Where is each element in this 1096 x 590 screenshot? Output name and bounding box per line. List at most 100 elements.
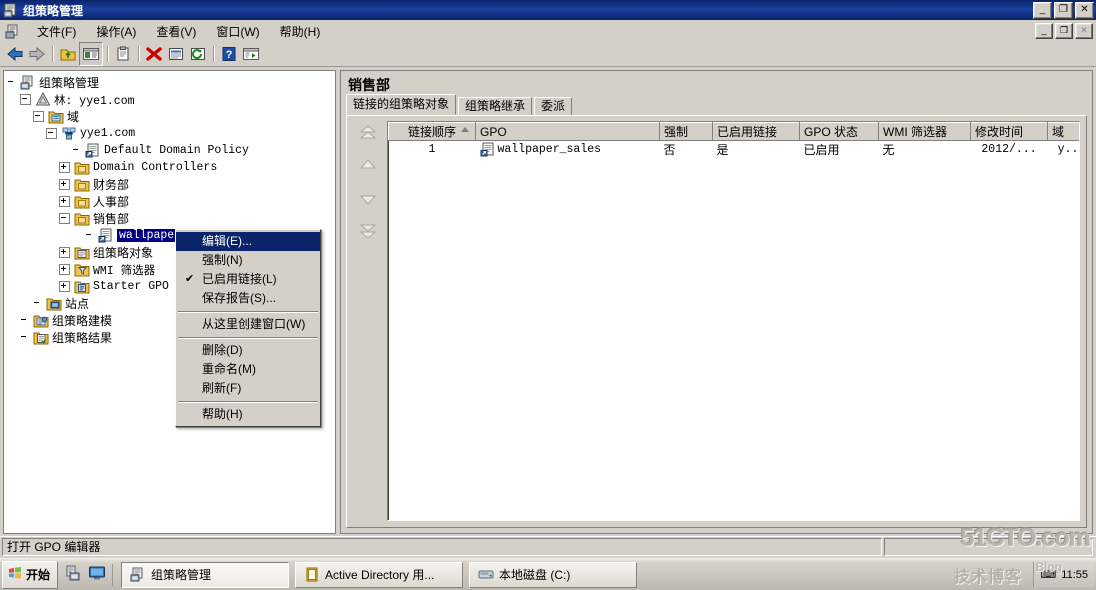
- linked-gpos-list[interactable]: 链接顺序 GPO 强制 已启用链接 GPO 状态 WMI 筛选器 修改时间 域 1 wallpa…: [387, 121, 1080, 521]
- context-menu-item[interactable]: 重命名(M): [176, 360, 320, 379]
- expand-plus-icon[interactable]: [59, 179, 70, 190]
- column-header[interactable]: 已启用链接: [712, 122, 800, 141]
- close-button[interactable]: ✕: [1075, 2, 1094, 19]
- expand-plus-icon[interactable]: [59, 196, 70, 207]
- context-menu-item[interactable]: 保存报告(S)...: [176, 289, 320, 308]
- adu-icon: [304, 567, 320, 582]
- menu-file[interactable]: 文件(F): [27, 21, 86, 42]
- menu-action[interactable]: 操作(A): [86, 21, 146, 42]
- help-icon[interactable]: ?: [218, 43, 240, 65]
- column-header[interactable]: 修改时间: [970, 122, 1048, 141]
- tray-clock[interactable]: 11:55: [1061, 569, 1088, 581]
- toolbar-separator: [107, 46, 108, 62]
- tree-node[interactable]: 人事部: [7, 193, 336, 210]
- report-icon[interactable]: [165, 43, 187, 65]
- taskbar-button[interactable]: 组策略管理: [121, 561, 290, 588]
- taskbar-button-label: 本地磁盘 (C:): [499, 568, 571, 582]
- up-folder-icon[interactable]: [57, 43, 79, 65]
- collapse-minus-icon[interactable]: [46, 128, 57, 139]
- show-desktop-icon[interactable]: [88, 564, 106, 585]
- properties-icon[interactable]: [112, 43, 134, 65]
- tree-node[interactable]: yye1.com: [7, 125, 336, 142]
- column-header-label: 强制: [664, 125, 689, 139]
- column-header[interactable]: GPO 状态: [799, 122, 879, 141]
- move-to-top-button[interactable]: [357, 124, 379, 142]
- maximize-button[interactable]: ❐: [1054, 2, 1073, 19]
- column-header[interactable]: GPO: [475, 122, 660, 141]
- menu-help[interactable]: 帮助(H): [270, 21, 331, 42]
- column-header[interactable]: WMI 筛选器: [878, 122, 971, 141]
- keyboard-layout-icon[interactable]: ⌨: [1040, 568, 1056, 581]
- context-menu-separator: [178, 311, 318, 312]
- context-menu-item[interactable]: 强制(N): [176, 251, 320, 270]
- mdi-minimize-button[interactable]: _: [1035, 23, 1053, 39]
- gpmc-icon: [3, 2, 19, 18]
- move-to-bottom-button[interactable]: [357, 222, 379, 240]
- context-menu-item-label: 删除(D): [202, 343, 243, 357]
- back-icon[interactable]: [4, 43, 26, 65]
- start-button[interactable]: 开始: [2, 560, 59, 589]
- ou-icon: [74, 177, 90, 192]
- taskbar-button[interactable]: Active Directory 用...: [295, 561, 464, 588]
- sites-icon: [46, 296, 62, 311]
- gpmc-icon: [130, 567, 146, 582]
- refresh-icon[interactable]: [187, 43, 209, 65]
- page-title: 销售部: [348, 77, 390, 93]
- expand-plus-icon[interactable]: [59, 162, 70, 173]
- tab-group-policy-inheritance[interactable]: 组策略继承: [458, 97, 533, 116]
- tree-node-label: 组策略对象: [93, 246, 154, 260]
- expand-plus-icon[interactable]: [59, 264, 70, 275]
- expand-plus-icon[interactable]: [59, 247, 70, 258]
- sort-ascending-icon: [461, 127, 469, 132]
- table-row[interactable]: 1 wallpaper_sales 否 是 已启用 无 2012/... y..: [389, 141, 1080, 159]
- tree-expander-placeholder: [20, 316, 29, 325]
- mdi-restore-button[interactable]: ❐: [1055, 23, 1073, 39]
- column-header[interactable]: 链接顺序: [388, 122, 476, 141]
- taskbar-button[interactable]: 本地磁盘 (C:): [469, 561, 638, 588]
- tree-node[interactable]: 域: [7, 108, 336, 125]
- context-menu-item[interactable]: 刷新(F): [176, 379, 320, 398]
- tree-node[interactable]: 组策略管理: [7, 74, 336, 91]
- column-header[interactable]: 域: [1047, 122, 1079, 141]
- server-manager-icon[interactable]: [64, 564, 82, 585]
- menu-window[interactable]: 窗口(W): [206, 21, 269, 42]
- starter-gpo-icon: [74, 279, 90, 294]
- tree-node[interactable]: 销售部: [7, 210, 336, 227]
- minimize-button[interactable]: _: [1033, 2, 1052, 19]
- collapse-minus-icon[interactable]: [20, 94, 31, 105]
- new-window-icon[interactable]: [240, 43, 262, 65]
- context-menu-item[interactable]: ✔ 已启用链接(L): [176, 270, 320, 289]
- tab-linked-gpos[interactable]: 链接的组策略对象: [346, 94, 457, 115]
- tree-node-label: 组策略建模: [52, 314, 113, 328]
- context-menu-item[interactable]: 编辑(E)...: [176, 232, 320, 251]
- column-header[interactable]: 强制: [659, 122, 713, 141]
- cell-enforced: 否: [663, 143, 676, 157]
- mdi-close-button[interactable]: ✕: [1075, 23, 1093, 39]
- context-menu-item[interactable]: 帮助(H): [176, 405, 320, 424]
- collapse-minus-icon[interactable]: [33, 111, 44, 122]
- tree-node[interactable]: 林: yye1.com: [7, 91, 336, 108]
- tree-node[interactable]: 财务部: [7, 176, 336, 193]
- move-up-button[interactable]: [357, 156, 379, 174]
- forward-icon[interactable]: [26, 43, 48, 65]
- column-header-label: 已启用链接: [717, 125, 778, 139]
- domain-folder-icon: [48, 109, 64, 124]
- delete-icon[interactable]: [143, 43, 165, 65]
- collapse-minus-icon[interactable]: [59, 213, 70, 224]
- tab-delegation[interactable]: 委派: [534, 97, 573, 116]
- tree-node[interactable]: Domain Controllers: [7, 159, 336, 176]
- status-bar: 打开 GPO 编辑器: [0, 536, 1096, 557]
- context-menu-item[interactable]: 从这里创建窗口(W): [176, 315, 320, 334]
- details-pane: 销售部 链接的组策略对象 组策略继承 委派 链接顺序 GPO 强制 已启用链接 …: [340, 70, 1093, 534]
- context-menu-item-label: 已启用链接(L): [202, 272, 277, 286]
- show-tree-icon[interactable]: [79, 42, 103, 66]
- windows-logo-icon: [7, 565, 23, 584]
- column-header-label: 链接顺序: [407, 125, 456, 139]
- move-down-button[interactable]: [357, 190, 379, 208]
- tree-node[interactable]: Default Domain Policy: [7, 142, 336, 159]
- expand-plus-icon[interactable]: [59, 281, 70, 292]
- context-menu-item[interactable]: 删除(D): [176, 341, 320, 360]
- start-label: 开始: [26, 568, 51, 582]
- menu-view[interactable]: 查看(V): [146, 21, 206, 42]
- toolbar-separator: [213, 46, 214, 62]
